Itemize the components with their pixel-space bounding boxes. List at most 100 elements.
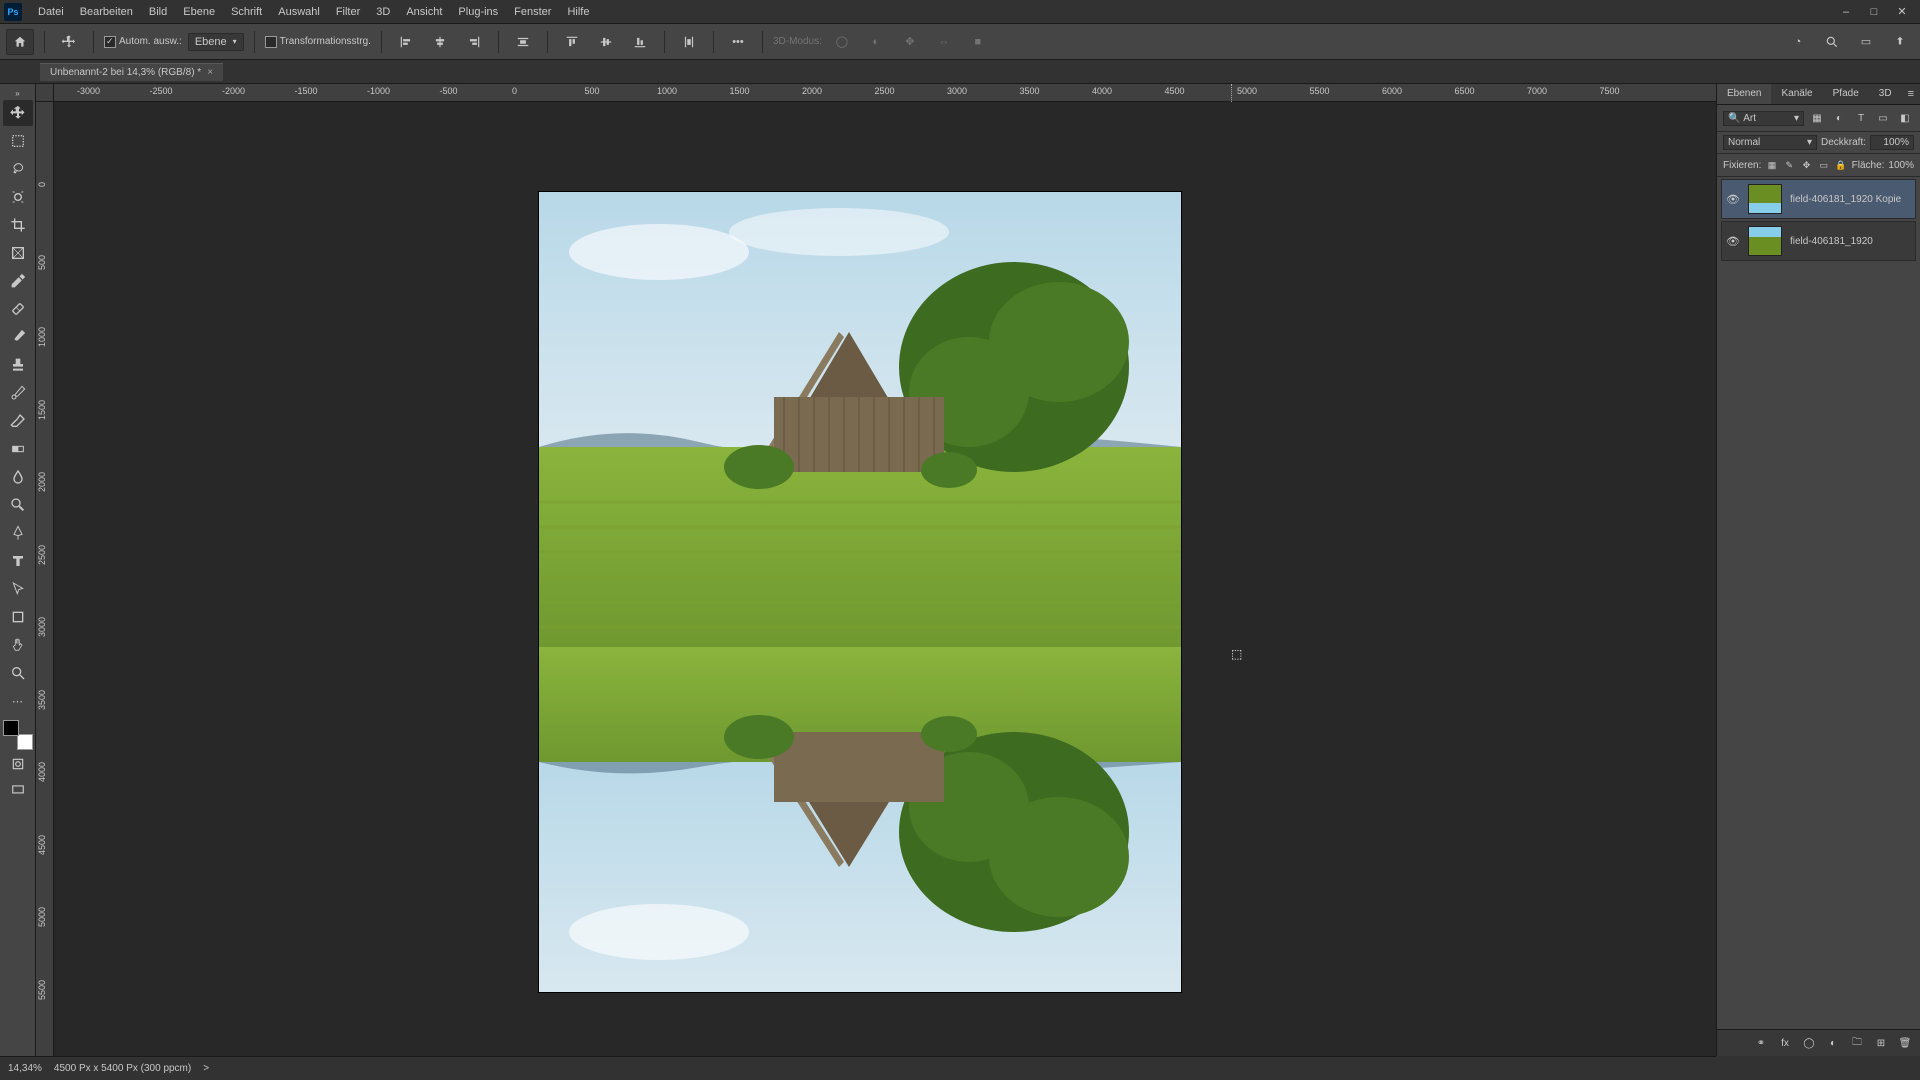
close-tab-icon[interactable]: × xyxy=(207,67,213,78)
auto-select-target-dropdown[interactable]: Ebene▾ xyxy=(188,33,244,51)
status-chevron-icon[interactable]: > xyxy=(203,1063,209,1074)
blend-mode-dropdown[interactable]: Normal▾ xyxy=(1723,135,1817,150)
menu-layer[interactable]: Ebene xyxy=(175,0,223,24)
eraser-tool[interactable] xyxy=(3,408,33,434)
document-info[interactable]: 4500 Px x 5400 Px (300 ppcm) xyxy=(54,1063,191,1074)
healing-tool[interactable] xyxy=(3,296,33,322)
layer-mask-icon[interactable]: ◯ xyxy=(1800,1034,1818,1052)
menu-plugins[interactable]: Plug-ins xyxy=(450,0,506,24)
ruler-origin[interactable] xyxy=(36,84,54,102)
menu-view[interactable]: Ansicht xyxy=(398,0,450,24)
adjustment-layer-icon[interactable]: ◐ xyxy=(1824,1034,1842,1052)
tab-layers[interactable]: Ebenen xyxy=(1717,84,1771,104)
frame-tool[interactable] xyxy=(3,240,33,266)
screen-mode-button[interactable] xyxy=(3,778,33,802)
hand-tool[interactable] xyxy=(3,632,33,658)
layer-thumbnail[interactable] xyxy=(1748,184,1782,214)
quick-select-tool[interactable] xyxy=(3,184,33,210)
stamp-tool[interactable] xyxy=(3,352,33,378)
group-icon[interactable]: 🗀 xyxy=(1848,1034,1866,1052)
distribute-v-icon[interactable] xyxy=(675,29,703,55)
layer-name[interactable]: field-406181_1920 xyxy=(1786,236,1873,247)
document-canvas[interactable] xyxy=(539,192,1181,992)
distribute-h-icon[interactable] xyxy=(509,29,537,55)
blur-tool[interactable] xyxy=(3,464,33,490)
share-icon[interactable] xyxy=(1886,29,1914,55)
layer-thumbnail[interactable] xyxy=(1748,226,1782,256)
quick-mask-button[interactable] xyxy=(3,752,33,776)
crop-tool[interactable] xyxy=(3,212,33,238)
align-top-icon[interactable] xyxy=(558,29,586,55)
type-tool[interactable] xyxy=(3,548,33,574)
visibility-toggle-icon[interactable]: 👁 xyxy=(1722,235,1744,248)
menu-help[interactable]: Hilfe xyxy=(559,0,597,24)
menu-filter[interactable]: Filter xyxy=(328,0,368,24)
filter-type-icon[interactable]: T xyxy=(1852,109,1870,127)
lock-artboard-icon[interactable]: ▭ xyxy=(1817,157,1830,173)
filter-adjust-icon[interactable]: ◐ xyxy=(1830,109,1848,127)
new-layer-icon[interactable]: ⊞ xyxy=(1872,1034,1890,1052)
link-layers-icon[interactable]: ⚭ xyxy=(1752,1034,1770,1052)
dodge-tool[interactable] xyxy=(3,492,33,518)
tab-paths[interactable]: Pfade xyxy=(1823,84,1869,104)
align-center-v-icon[interactable] xyxy=(592,29,620,55)
panel-menu-icon[interactable]: ≡ xyxy=(1902,84,1920,104)
toolbox-collapse-icon[interactable]: » xyxy=(0,88,35,98)
layer-row[interactable]: 👁 field-406181_1920 Kopie xyxy=(1721,179,1916,219)
workspace-icon[interactable]: ▭ xyxy=(1852,29,1880,55)
pen-tool[interactable] xyxy=(3,520,33,546)
move-tool[interactable] xyxy=(3,100,33,126)
path-select-tool[interactable] xyxy=(3,576,33,602)
zoom-tool[interactable] xyxy=(3,660,33,686)
brush-tool[interactable] xyxy=(3,324,33,350)
transform-controls-checkbox[interactable]: Transformationsstrg. xyxy=(265,35,371,47)
filter-shape-icon[interactable]: ▭ xyxy=(1874,109,1892,127)
lock-position-icon[interactable]: ✥ xyxy=(1800,157,1813,173)
lock-transparency-icon[interactable]: ▦ xyxy=(1765,157,1778,173)
align-center-h-icon[interactable] xyxy=(426,29,454,55)
canvas-viewport[interactable] xyxy=(54,102,1716,1056)
edit-toolbar-button[interactable]: ⋯ xyxy=(3,688,33,714)
menu-image[interactable]: Bild xyxy=(141,0,175,24)
close-button[interactable]: ✕ xyxy=(1888,0,1916,24)
more-options-button[interactable]: ••• xyxy=(724,29,752,55)
menu-edit[interactable]: Bearbeiten xyxy=(72,0,141,24)
menu-type[interactable]: Schrift xyxy=(223,0,270,24)
lock-image-icon[interactable]: ✎ xyxy=(1783,157,1796,173)
filter-pixel-icon[interactable]: ▦ xyxy=(1808,109,1826,127)
color-swatches[interactable] xyxy=(3,720,33,750)
align-right-icon[interactable] xyxy=(460,29,488,55)
search-icon[interactable] xyxy=(1818,29,1846,55)
marquee-tool[interactable] xyxy=(3,128,33,154)
auto-select-checkbox[interactable]: Autom. ausw.: xyxy=(104,35,182,47)
zoom-level[interactable]: 14,34% xyxy=(8,1063,42,1074)
eyedropper-tool[interactable] xyxy=(3,268,33,294)
filter-smart-icon[interactable]: ◧ xyxy=(1896,109,1914,127)
fill-input[interactable]: 100% xyxy=(1888,160,1914,171)
menu-window[interactable]: Fenster xyxy=(506,0,559,24)
align-left-icon[interactable] xyxy=(392,29,420,55)
horizontal-ruler[interactable]: -3000-2500-2000-1500-1000-50005001000150… xyxy=(54,84,1716,102)
layer-row[interactable]: 👁 field-406181_1920 xyxy=(1721,221,1916,261)
delete-layer-icon[interactable]: 🗑 xyxy=(1896,1034,1914,1052)
menu-file[interactable]: Datei xyxy=(30,0,72,24)
opacity-input[interactable]: 100% xyxy=(1870,135,1914,150)
maximize-button[interactable]: □ xyxy=(1860,0,1888,24)
menu-select[interactable]: Auswahl xyxy=(270,0,328,24)
lasso-tool[interactable] xyxy=(3,156,33,182)
background-color[interactable] xyxy=(17,734,33,750)
gradient-tool[interactable] xyxy=(3,436,33,462)
menu-3d[interactable]: 3D xyxy=(368,0,398,24)
foreground-color[interactable] xyxy=(3,720,19,736)
layer-filter-dropdown[interactable]: 🔍 Art▾ xyxy=(1723,111,1804,126)
history-brush-tool[interactable] xyxy=(3,380,33,406)
canvas-area[interactable]: -3000-2500-2000-1500-1000-50005001000150… xyxy=(36,84,1716,1056)
tab-channels[interactable]: Kanäle xyxy=(1771,84,1822,104)
cloud-docs-icon[interactable]: ◔ xyxy=(1784,29,1812,55)
layer-name[interactable]: field-406181_1920 Kopie xyxy=(1786,194,1901,205)
layer-style-icon[interactable]: fx xyxy=(1776,1034,1794,1052)
shape-tool[interactable] xyxy=(3,604,33,630)
tab-3d[interactable]: 3D xyxy=(1869,84,1902,104)
vertical-ruler[interactable]: 0500100015002000250030003500400045005000… xyxy=(36,102,54,1056)
minimize-button[interactable]: – xyxy=(1832,0,1860,24)
